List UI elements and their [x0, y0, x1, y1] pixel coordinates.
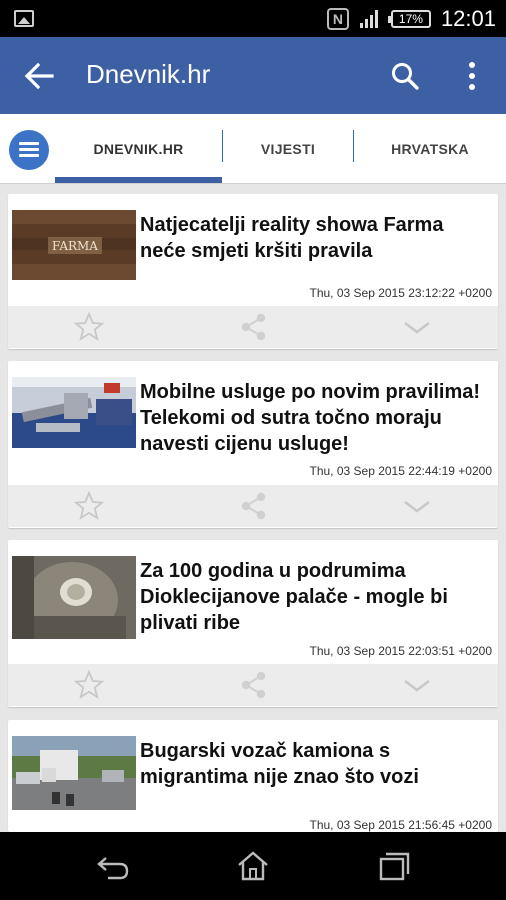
article-thumbnail[interactable]	[12, 736, 136, 810]
recents-icon[interactable]	[377, 850, 411, 882]
status-bar-right: N 17% 12:01	[326, 0, 496, 37]
star-icon[interactable]	[74, 312, 104, 342]
star-icon[interactable]	[74, 670, 104, 700]
menu-icon[interactable]	[9, 130, 49, 170]
article-card[interactable]: Bugarski vozač kamiona s migrantima nije…	[8, 720, 498, 832]
signal-icon	[359, 9, 378, 28]
battery-percent: 17%	[398, 11, 423, 26]
star-icon[interactable]	[74, 491, 104, 521]
battery-icon: 17%	[387, 9, 431, 28]
chevron-down-icon[interactable]	[402, 312, 432, 342]
article-date: Thu, 03 Sep 2015 21:56:45 +0200	[309, 818, 493, 832]
clock: 12:01	[440, 5, 496, 31]
active-tab-indicator	[55, 177, 222, 183]
article-card[interactable]: FARMA Natjecatelji reality showa Farma n…	[8, 194, 498, 349]
article-card[interactable]: Mobilne usluge po novim pravilima! Telek…	[8, 361, 498, 528]
navigation-bar	[0, 832, 506, 900]
article-card[interactable]: Za 100 godina u podrumima Dioklecijanove…	[8, 540, 498, 707]
chevron-down-icon[interactable]	[402, 491, 432, 521]
article-headline[interactable]: Natjecatelji reality showa Farma neće sm…	[140, 212, 492, 264]
status-bar: N 17% 12:01	[0, 0, 506, 37]
article-thumbnail[interactable]	[12, 377, 136, 448]
share-icon[interactable]	[239, 312, 269, 342]
tab-bar: DNEVNIK.HR VIJESTI HRVATSKA	[0, 114, 506, 184]
image-icon	[14, 10, 34, 27]
app-bar: Dnevnik.hr	[0, 37, 506, 114]
tab-vijesti[interactable]: VIJESTI	[223, 114, 353, 184]
article-headline[interactable]: Bugarski vozač kamiona s migrantima nije…	[140, 738, 492, 790]
page-title: Dnevnik.hr	[86, 59, 211, 89]
card-actions	[8, 306, 498, 348]
article-date: Thu, 03 Sep 2015 22:44:19 +0200	[309, 464, 493, 478]
nfc-icon: N	[326, 7, 349, 30]
article-headline[interactable]: Mobilne usluge po novim pravilima! Telek…	[140, 379, 492, 457]
search-icon[interactable]	[390, 61, 420, 91]
more-vert-icon[interactable]	[462, 59, 482, 93]
article-date: Thu, 03 Sep 2015 22:03:51 +0200	[309, 644, 493, 658]
tab-hrvatska[interactable]: HRVATSKA	[354, 114, 506, 184]
card-actions	[8, 664, 498, 706]
article-thumbnail[interactable]	[12, 556, 136, 639]
share-icon[interactable]	[239, 670, 269, 700]
article-date: Thu, 03 Sep 2015 23:12:22 +0200	[309, 286, 493, 300]
back-arrow-icon[interactable]	[22, 59, 56, 93]
thumbnail-logo-text: FARMA	[52, 239, 98, 253]
home-icon[interactable]	[236, 850, 270, 882]
tab-dnevnik[interactable]: DNEVNIK.HR	[55, 114, 222, 184]
share-icon[interactable]	[239, 491, 269, 521]
article-thumbnail[interactable]: FARMA	[12, 210, 136, 280]
back-nav-icon[interactable]	[96, 850, 130, 882]
card-actions	[8, 485, 498, 527]
article-headline[interactable]: Za 100 godina u podrumima Dioklecijanove…	[140, 558, 492, 636]
chevron-down-icon[interactable]	[402, 670, 432, 700]
